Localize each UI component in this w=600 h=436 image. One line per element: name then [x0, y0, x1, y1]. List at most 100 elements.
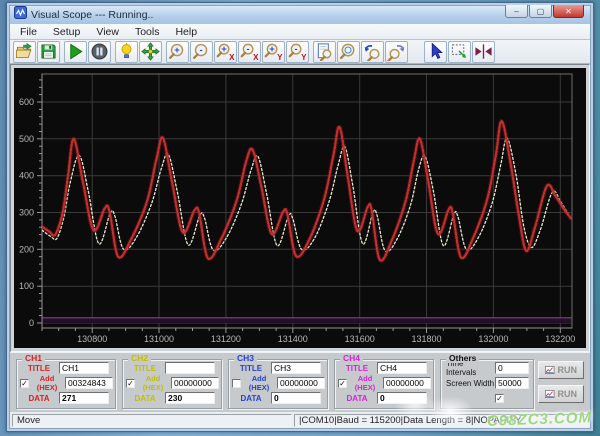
svg-text:131800: 131800: [411, 334, 441, 344]
menu-item-view[interactable]: View: [88, 25, 127, 39]
ch4-add-input[interactable]: [383, 377, 431, 389]
channel-panel-ch4: CH4TITLE ✓ Add (HEX)DATA: [334, 354, 434, 409]
time-intervals-input[interactable]: [495, 362, 529, 374]
channel-panel-ch3: CH3TITLEAdd (HEX)DATA: [228, 354, 328, 409]
channel-panel-ch1: CH1TITLE ✓ Add (HEX)DATA: [16, 354, 116, 409]
maximize-button[interactable]: ▢: [529, 5, 552, 18]
zoom-in-button[interactable]: +: [166, 40, 189, 63]
status-bar: Move |COM10|Baud = 115200|Data Length = …: [10, 412, 590, 428]
channel-legend: CH1: [22, 354, 46, 363]
menu-item-tools[interactable]: Tools: [127, 25, 168, 39]
svg-text:-: -: [294, 44, 297, 55]
run-chart-icon: [545, 390, 555, 398]
run-button[interactable]: [64, 40, 87, 63]
zoom-redo-button[interactable]: [385, 40, 408, 63]
channel-controls: Others Time Intervals Screen Width ✓: [10, 352, 590, 412]
ch4-data-value[interactable]: [377, 392, 427, 404]
light-button[interactable]: [115, 40, 138, 63]
toolbar: + - + X - X + Y - Y: [10, 40, 590, 64]
zoom-out-button[interactable]: -: [190, 40, 213, 63]
zoom-undo-button[interactable]: [361, 40, 384, 63]
marquee-select-button[interactable]: [448, 40, 471, 63]
channel-legend: CH3: [234, 354, 258, 363]
channel-panel-ch2: CH2TITLE ✓ Add (HEX)DATA: [122, 354, 222, 409]
pan-button[interactable]: [139, 40, 162, 63]
status-message: Move: [12, 413, 292, 427]
open-button[interactable]: [13, 40, 36, 63]
title-label: TITLE: [239, 363, 263, 373]
ch2-add-input[interactable]: [171, 377, 219, 389]
channel-legend: CH2: [128, 354, 152, 363]
svg-text:500: 500: [19, 134, 34, 144]
zoom-in-x-button[interactable]: + X: [214, 40, 237, 63]
ch3-add-checkbox[interactable]: [232, 378, 241, 388]
ch3-add-input[interactable]: [277, 377, 325, 389]
screen-width-input[interactable]: [495, 377, 529, 389]
ch3-data-value[interactable]: [271, 392, 321, 404]
zoom-out-x-button[interactable]: -X: [238, 40, 261, 63]
zoom-out-y-button[interactable]: -Y: [286, 40, 309, 63]
zoom-window-icon: [339, 42, 358, 61]
title-label: TITLE: [133, 363, 157, 373]
ch4-title-input[interactable]: [377, 362, 427, 374]
run-icon: [66, 42, 85, 61]
svg-text:400: 400: [19, 171, 34, 181]
titlebar[interactable]: Visual Scope --- Running.. – ▢ ✕: [10, 5, 590, 24]
svg-text:-: -: [246, 44, 249, 55]
svg-text:Y: Y: [277, 53, 283, 61]
zoom-in-y-button[interactable]: + Y: [262, 40, 285, 63]
baseline-band: [42, 317, 572, 323]
title-label: TITLE: [27, 363, 51, 373]
add-hex-label: Add (HEX): [36, 374, 58, 392]
ch3-title-input[interactable]: [271, 362, 321, 374]
ch1-data-value[interactable]: [59, 392, 109, 404]
pause-icon: [90, 42, 109, 61]
svg-text:X: X: [253, 53, 259, 61]
others-panel: Others Time Intervals Screen Width ✓: [440, 354, 534, 409]
open-icon: [15, 42, 34, 61]
menu-item-file[interactable]: File: [12, 25, 45, 39]
waveform-chart[interactable]: 130800 131000 131200 131400 131600 131800 1320…: [12, 66, 588, 355]
svg-text:131600: 131600: [345, 334, 375, 344]
ch1-title-input[interactable]: [59, 362, 109, 374]
channel-legend: CH4: [340, 354, 364, 363]
run-button-1[interactable]: RUN: [538, 361, 584, 379]
menu-item-help[interactable]: Help: [167, 25, 205, 39]
measure-cursors-button[interactable]: [472, 40, 495, 63]
ch2-title-input[interactable]: [165, 362, 215, 374]
others-checkbox[interactable]: ✓: [495, 393, 504, 403]
menu-item-setup[interactable]: Setup: [45, 25, 88, 39]
svg-text:131400: 131400: [278, 334, 308, 344]
zoom-page-button[interactable]: [313, 40, 336, 63]
close-button[interactable]: ✕: [553, 5, 584, 18]
select-button[interactable]: [424, 40, 447, 63]
zoom-in-icon: +: [168, 42, 187, 61]
zoom-out-icon: -: [192, 42, 211, 61]
save-icon: [39, 42, 58, 61]
ch1-add-checkbox[interactable]: ✓: [20, 378, 29, 388]
svg-text:200: 200: [19, 244, 34, 254]
select-icon: [426, 42, 445, 61]
zoom-window-button[interactable]: [337, 40, 360, 63]
pause-button[interactable]: [88, 40, 111, 63]
ch2-data-value[interactable]: [165, 392, 215, 404]
title-label: TITLE: [345, 363, 369, 373]
ch2-add-checkbox[interactable]: ✓: [126, 378, 135, 388]
save-button[interactable]: [37, 40, 60, 63]
window-title: Visual Scope --- Running..: [31, 9, 154, 21]
run-button-2[interactable]: RUN: [538, 385, 584, 403]
zoom-out-x-icon: -X: [240, 42, 259, 61]
svg-text:+: +: [221, 44, 227, 55]
ch4-add-checkbox[interactable]: ✓: [338, 378, 347, 388]
screen-width-label: Screen Width: [446, 378, 495, 388]
svg-text:+: +: [174, 45, 180, 56]
measure-cursors-icon: [474, 42, 493, 61]
ch1-add-input[interactable]: [65, 377, 113, 389]
data-label: DATA: [134, 393, 156, 403]
svg-text:131000: 131000: [144, 334, 174, 344]
svg-text:300: 300: [19, 208, 34, 218]
add-hex-label: Add (HEX): [248, 374, 270, 392]
minimize-button[interactable]: –: [505, 5, 528, 18]
svg-text:Y: Y: [301, 53, 307, 61]
zoom-out-y-icon: -Y: [288, 42, 307, 61]
